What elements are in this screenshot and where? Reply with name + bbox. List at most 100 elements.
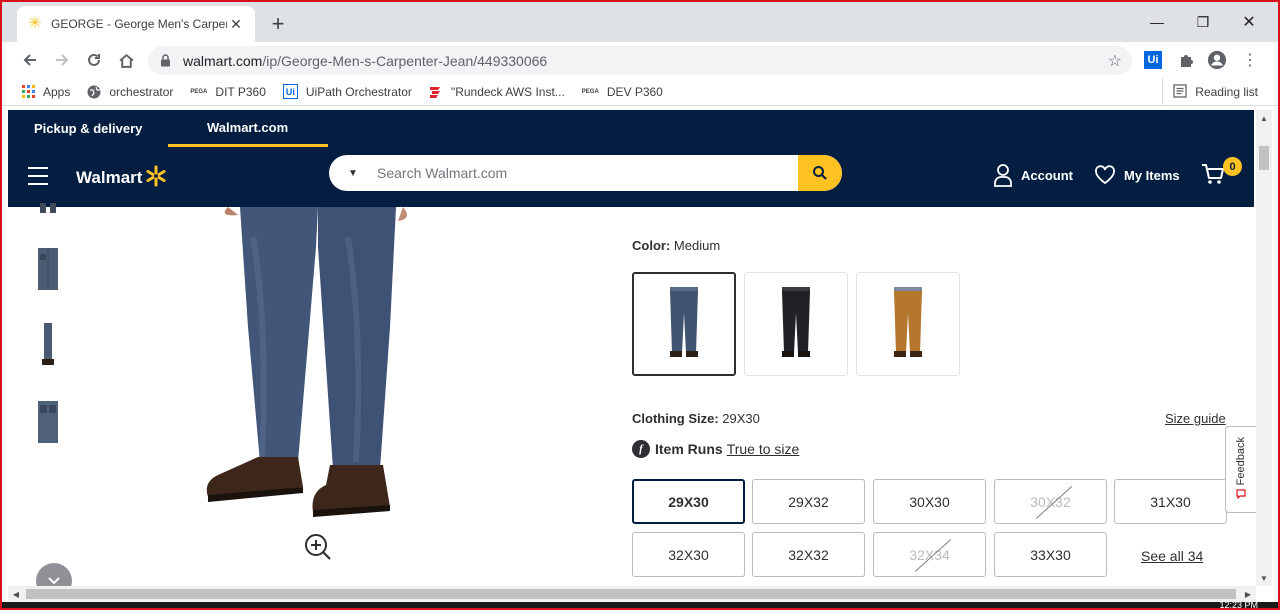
heart-icon xyxy=(1095,165,1115,185)
minimize-button[interactable]: — xyxy=(1145,10,1169,34)
size-option-30x30[interactable]: 30X30 xyxy=(873,479,986,524)
tab-pickup-delivery[interactable]: Pickup & delivery xyxy=(34,110,142,147)
new-tab-button[interactable]: + xyxy=(266,11,290,36)
color-label: Color: Medium xyxy=(632,238,720,253)
size-option-32x34[interactable]: 32X34 xyxy=(873,532,986,577)
search-department-dropdown[interactable]: ▼ xyxy=(329,168,377,179)
my-items-label: My Items xyxy=(1124,167,1180,183)
vertical-scrollbar[interactable]: ▲ ▼ xyxy=(1256,110,1272,586)
scroll-down-arrow-icon[interactable]: ▼ xyxy=(1256,570,1272,586)
thumbnail-strip xyxy=(8,203,88,586)
feedback-tab[interactable]: Feedback xyxy=(1225,426,1256,513)
horizontal-scrollbar[interactable]: ◀ ▶ xyxy=(8,586,1256,602)
browser-menu-icon[interactable]: ⋮ xyxy=(1240,50,1260,70)
browser-tab-bar: ✳ GEORGE - George Men's Carpenter Jean ✕… xyxy=(0,0,1280,42)
thumbnail-jeans-closeup[interactable] xyxy=(34,248,62,292)
tab-walmart-com[interactable]: Walmart.com xyxy=(168,110,328,147)
feedback-label: Feedback xyxy=(1235,436,1247,486)
jeans-black-image xyxy=(782,287,810,357)
bookmark-label: UiPath Orchestrator xyxy=(305,84,412,99)
zoom-button[interactable] xyxy=(303,532,333,562)
forward-button[interactable] xyxy=(50,48,74,72)
size-option-29x32[interactable]: 29X32 xyxy=(752,479,865,524)
bookmark-rundeck[interactable]: "Rundeck AWS Inst... xyxy=(429,85,565,99)
account-button[interactable]: Account xyxy=(993,163,1073,187)
close-tab-icon[interactable]: ✕ xyxy=(227,15,245,33)
walmart-favicon-icon: ✳ xyxy=(28,15,42,32)
thumbnail-partial[interactable] xyxy=(34,203,62,215)
cart-button[interactable]: 0 xyxy=(1200,157,1242,192)
url-path: /ip/George-Men-s-Carpenter-Jean/44933006… xyxy=(262,52,548,69)
extensions-puzzle-icon[interactable] xyxy=(1176,50,1196,70)
search-button[interactable] xyxy=(798,155,842,191)
chat-bubble-icon xyxy=(1236,489,1246,502)
size-guide-link[interactable]: Size guide xyxy=(1165,411,1226,426)
search-input[interactable] xyxy=(377,165,798,181)
close-window-button[interactable]: ✕ xyxy=(1237,10,1261,34)
my-items-button[interactable]: My Items xyxy=(1094,165,1180,185)
browser-tab[interactable]: ✳ GEORGE - George Men's Carpenter Jean ✕ xyxy=(17,6,255,42)
product-main-image[interactable] xyxy=(158,207,458,527)
uipath-icon: Ui xyxy=(282,84,298,99)
horizontal-scroll-thumb[interactable] xyxy=(26,589,1236,599)
walmart-logo[interactable]: Walmart xyxy=(76,165,167,191)
size-option-30x32[interactable]: 30X32 xyxy=(994,479,1107,524)
profile-avatar-icon[interactable] xyxy=(1207,50,1227,70)
size-option-32x32[interactable]: 32X32 xyxy=(752,532,865,577)
tab-title: GEORGE - George Men's Carpenter Jean xyxy=(51,17,227,31)
restore-button[interactable]: ❐ xyxy=(1191,10,1215,34)
true-to-size-link[interactable]: True to size xyxy=(727,441,800,457)
zoom-in-icon xyxy=(305,534,331,560)
color-swatch-medium[interactable] xyxy=(632,272,736,376)
walmart-top-bar: Pickup & delivery Walmart.com xyxy=(8,110,1254,147)
back-button[interactable] xyxy=(18,48,42,72)
walmart-header: Walmart ▼ Account My Items 0 xyxy=(8,147,1254,207)
reload-button[interactable] xyxy=(82,48,106,72)
size-label-title: Clothing Size: xyxy=(632,411,719,426)
taskbar: 12:23 PM xyxy=(0,600,1280,610)
chevron-down-icon xyxy=(48,577,60,585)
reading-list-button[interactable]: Reading list xyxy=(1162,78,1258,106)
see-all-sizes-link[interactable]: See all 34 xyxy=(1141,548,1203,564)
color-swatch-brown[interactable] xyxy=(856,272,960,376)
bookmark-label: DIT P360 xyxy=(215,84,266,99)
account-person-icon xyxy=(994,164,1012,187)
home-button[interactable] xyxy=(114,48,138,72)
globe-icon xyxy=(87,85,101,99)
browser-toolbar: walmart.com/ip/George-Men-s-Carpenter-Je… xyxy=(0,42,1280,78)
jeans-brown-image xyxy=(894,287,922,357)
bookmark-label: "Rundeck AWS Inst... xyxy=(450,84,565,99)
hamburger-menu-icon[interactable] xyxy=(28,167,48,185)
address-bar[interactable]: walmart.com/ip/George-Men-s-Carpenter-Je… xyxy=(148,46,1132,75)
size-option-32x30[interactable]: 32X30 xyxy=(632,532,745,577)
bookmark-star-icon[interactable]: ☆ xyxy=(1108,51,1122,71)
pega-icon: PEGA xyxy=(190,88,208,95)
pega-icon: PEGA xyxy=(581,88,599,95)
size-option-29x30[interactable]: 29X30 xyxy=(632,479,745,524)
url-host: walmart.com xyxy=(183,52,263,69)
fit-predictor-icon: f xyxy=(632,440,650,458)
thumbnails-scroll-down-button[interactable] xyxy=(36,563,72,586)
bookmark-dit-p360[interactable]: PEGA DIT P360 xyxy=(190,85,266,99)
bookmark-orchestrator[interactable]: orchestrator xyxy=(87,85,173,99)
bookmark-uipath-orchestrator[interactable]: Ui UiPath Orchestrator xyxy=(282,84,412,99)
scroll-up-arrow-icon[interactable]: ▲ xyxy=(1256,110,1272,126)
size-option-31x30[interactable]: 31X30 xyxy=(1114,479,1227,524)
thumbnail-jeans-side[interactable] xyxy=(34,323,62,367)
spark-icon xyxy=(145,165,167,191)
page-viewport: Pickup & delivery Walmart.com Walmart ▼ … xyxy=(8,110,1254,586)
scroll-left-arrow-icon[interactable]: ◀ xyxy=(8,586,24,602)
bookmark-label: Apps xyxy=(43,84,71,99)
vertical-scroll-thumb[interactable] xyxy=(1259,146,1269,170)
bookmark-dev-p360[interactable]: PEGA DEV P360 xyxy=(582,85,663,99)
bookmark-label: orchestrator xyxy=(109,84,174,99)
bookmark-apps[interactable]: Apps xyxy=(22,85,70,99)
tab-label: Pickup & delivery xyxy=(34,121,143,136)
rundeck-icon xyxy=(429,85,443,99)
thumbnail-jeans-back[interactable] xyxy=(34,401,62,445)
color-swatch-black[interactable] xyxy=(744,272,848,376)
cart-count-badge: 0 xyxy=(1223,157,1242,176)
uipath-extension-icon[interactable]: Ui xyxy=(1144,51,1162,69)
size-option-33x30[interactable]: 33X30 xyxy=(994,532,1107,577)
jeans-medium-image xyxy=(670,287,698,357)
